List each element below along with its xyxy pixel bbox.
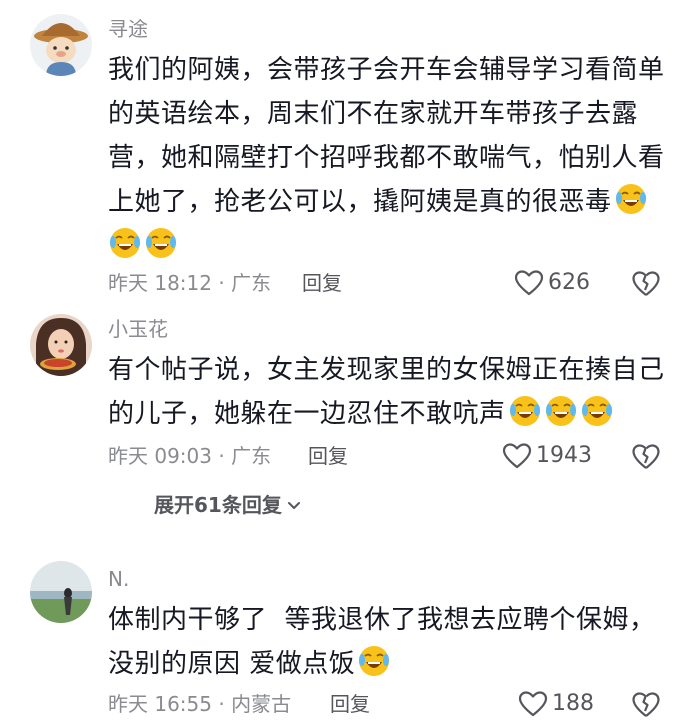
username[interactable]: N. (108, 567, 129, 591)
comment-line: 体制内干够了 等我退休了我想去应聘个保姆， (108, 605, 656, 635)
laughing-crying-emoji (508, 394, 542, 428)
comment-line: 有个帖子说，女主发现家里的女保姆正在揍自己 (108, 355, 665, 385)
like-button[interactable]: 188 (518, 689, 594, 719)
comment-line: 没别的原因 爱做点饭 (108, 649, 356, 679)
comment-item: N. 体制内干够了 等我退休了我想去应聘个保姆， 没别的原因 爱做点饭 昨天 1… (0, 555, 690, 726)
reply-button[interactable]: 回复 (330, 689, 370, 719)
comment-line: 营，她和隔壁打个招呼我都不敢喘气，怕别人看 (108, 143, 665, 173)
comment-item: 寻途 我们的阿姨，会带孩子会开车会辅导学习看简单 的英语绘本，周末们不在家就开车… (0, 0, 690, 320)
comment-line: 的英语绘本，周末们不在家就开车带孩子去露 (108, 99, 639, 129)
comment-line: 上她了，抢老公可以，撬阿姨是真的很恶毒 (108, 187, 612, 217)
broken-heart-icon[interactable] (632, 691, 660, 719)
expand-replies-label: 展开61条回复 (154, 493, 282, 517)
comment-time-location: 昨天 09:03 · 广东 (108, 444, 272, 468)
comment-item: 小玉花 有个帖子说，女主发现家里的女保姆正在揍自己 的儿子，她躲在一边忍住不敢吭… (0, 310, 690, 540)
laughing-crying-emoji (580, 394, 614, 428)
like-count: 188 (552, 691, 594, 716)
broken-heart-icon[interactable] (632, 443, 660, 471)
like-button[interactable]: 626 (514, 268, 590, 298)
laughing-crying-emoji (108, 226, 142, 260)
comment-time-location: 昨天 18:12 · 广东 (108, 271, 272, 295)
comment-text: 有个帖子说，女主发现家里的女保姆正在揍自己 的儿子，她躲在一边忍住不敢吭声 (108, 348, 668, 436)
heart-outline-icon (502, 443, 532, 469)
reply-button[interactable]: 回复 (308, 441, 348, 471)
heart-outline-icon (518, 691, 548, 717)
comment-line: 的儿子，她躲在一边忍住不敢吭声 (108, 399, 506, 429)
laughing-crying-emoji (544, 394, 578, 428)
avatar[interactable] (30, 314, 92, 376)
laughing-crying-emoji (614, 182, 648, 216)
comment-line: 我们的阿姨，会带孩子会开车会辅导学习看简单 (108, 55, 665, 85)
chevron-down-icon (287, 502, 300, 509)
heart-outline-icon (514, 270, 544, 296)
expand-replies-button[interactable]: 展开61条回复 (154, 491, 302, 519)
like-count: 626 (548, 270, 590, 295)
avatar[interactable] (30, 14, 92, 76)
laughing-crying-emoji (144, 226, 178, 260)
emoji-row (108, 224, 668, 268)
comment-text: 我们的阿姨，会带孩子会开车会辅导学习看简单 的英语绘本，周末们不在家就开车带孩子… (108, 48, 668, 268)
comment-text: 体制内干够了 等我退休了我想去应聘个保姆， 没别的原因 爱做点饭 (108, 598, 668, 686)
like-button[interactable]: 1943 (502, 441, 592, 471)
laughing-crying-emoji (357, 644, 391, 678)
comment-line-with-emoji: 的儿子，她躲在一边忍住不敢吭声 (108, 392, 668, 436)
comment-line-with-emoji: 上她了，抢老公可以，撬阿姨是真的很恶毒 (108, 180, 668, 224)
broken-heart-icon[interactable] (632, 270, 660, 298)
username[interactable]: 寻途 (108, 17, 148, 41)
reply-button[interactable]: 回复 (302, 268, 342, 298)
comment-time-location: 昨天 16:55 · 内蒙古 (108, 692, 292, 716)
avatar[interactable] (30, 561, 92, 623)
like-count: 1943 (536, 443, 592, 468)
comment-line-with-emoji: 没别的原因 爱做点饭 (108, 642, 668, 686)
username[interactable]: 小玉花 (108, 317, 168, 341)
